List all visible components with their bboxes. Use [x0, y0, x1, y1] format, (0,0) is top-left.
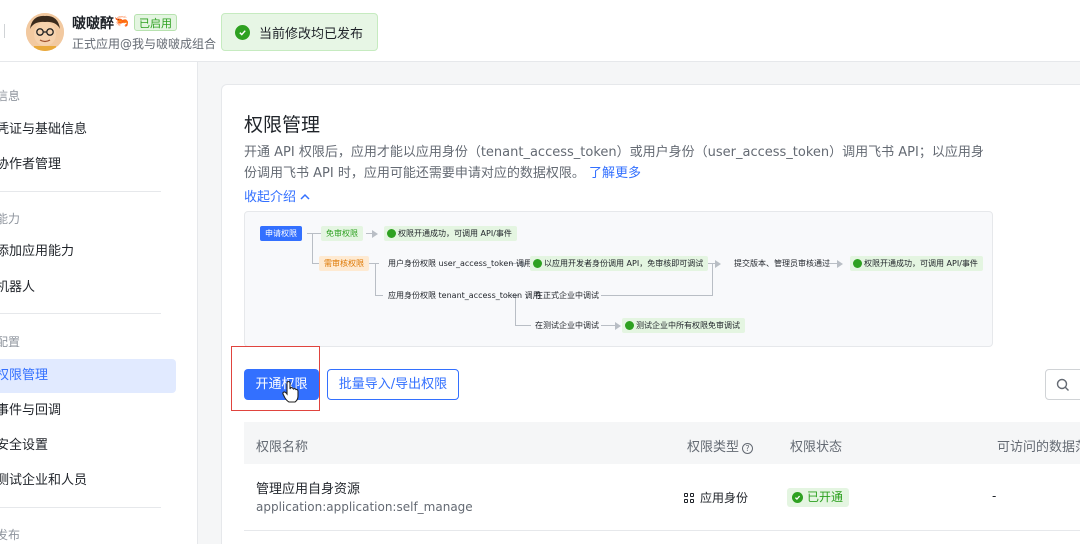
row-divider: [244, 530, 1080, 531]
chevron-up-icon: [300, 190, 310, 205]
sidebar-item-test-enterprise[interactable]: 测试企业和人员: [0, 464, 172, 498]
permission-type: 应用身份: [684, 489, 748, 506]
help-icon[interactable]: ?: [742, 443, 754, 454]
sidebar-divider: [0, 507, 161, 508]
publish-status-toast: 当前修改均已发布: [221, 13, 378, 51]
flow-user-identity-node: 用户身份权限 user_access_token 调用: [388, 259, 532, 268]
header-divider: [4, 24, 5, 38]
toast-text: 当前修改均已发布: [259, 26, 364, 42]
sidebar-divider: [0, 313, 161, 314]
app-grid-icon: [684, 492, 694, 503]
flow-line: [307, 233, 321, 234]
flow-line: [712, 263, 713, 295]
collapse-intro-toggle[interactable]: 收起介绍: [244, 186, 310, 205]
bulk-import-export-button[interactable]: 批量导入/导出权限: [327, 369, 459, 400]
column-permission-type-label: 权限类型: [687, 440, 740, 455]
sidebar-item-events[interactable]: 事件与回调: [0, 394, 172, 428]
flow-line: [375, 263, 376, 295]
sidebar: 信息 凭证与基础信息 协作者管理 能力 添加应用能力 机器人 配置 权限管理 事…: [0, 62, 198, 544]
flow-no-review-node: 免审权限: [321, 226, 363, 241]
flow-test-free-node: 测试企业中所有权限免审调试: [622, 318, 745, 333]
flow-need-review-node: 需审核权限: [319, 256, 369, 271]
arrow-right-icon: [372, 230, 378, 238]
top-header: 啵啵醉 🦐 已启用 正式应用@我与啵啵成组合 当前修改均已发布: [0, 0, 1080, 62]
sidebar-section-publish: 发布: [0, 528, 21, 542]
permission-type-label: 应用身份: [700, 491, 749, 505]
sidebar-section-abilities: 能力: [0, 212, 21, 226]
column-data-scope: 可访问的数据范: [997, 440, 1080, 455]
column-permission-status: 权限状态: [790, 440, 843, 455]
app-subtitle: 正式应用@我与啵啵成组合: [72, 37, 217, 51]
column-permission-name: 权限名称: [256, 440, 309, 455]
flow-app-identity-node: 应用身份权限 tenant_access_token 调用: [388, 291, 541, 300]
flow-line: [369, 263, 379, 264]
flow-dev-debug-node: 以应用开发者身份调用 API，免审核即可调试: [530, 256, 709, 271]
flow-apply-node: 申请权限: [260, 226, 302, 241]
data-scope-value: -: [992, 489, 997, 503]
sidebar-item-security[interactable]: 安全设置: [0, 429, 172, 463]
permission-code: application:application:self_manage: [256, 500, 473, 514]
search-icon: [1056, 378, 1069, 391]
flow-line: [515, 325, 531, 326]
collapse-intro-label: 收起介绍: [244, 190, 297, 205]
arrow-right-icon: [715, 260, 721, 268]
permission-name: 管理应用自身资源: [256, 482, 361, 497]
status-badge: 已开通: [787, 488, 850, 507]
status-label: 已开通: [807, 490, 844, 504]
flow-line: [375, 295, 383, 296]
hand-cursor-icon: [282, 380, 300, 408]
flow-submit-version-node: 提交版本、管理员审核通过: [734, 259, 830, 268]
permission-flow-diagram: 申请权限 免审权限 权限开通成功，可调用 API/事件 需审核权限 用户身份权限…: [244, 211, 993, 347]
sidebar-item-bot[interactable]: 机器人: [0, 271, 172, 305]
arrow-right-icon: [615, 322, 621, 330]
column-permission-type: 权限类型?: [687, 436, 754, 455]
check-circle-icon: [235, 24, 250, 40]
app-name: 啵啵醉: [72, 16, 114, 32]
app-status-badge: 已启用: [134, 14, 177, 31]
check-circle-icon: [792, 492, 803, 503]
search-input[interactable]: [1045, 369, 1080, 400]
sidebar-section-config: 配置: [0, 335, 21, 349]
flow-success-final-node: 权限开通成功，可调用 API/事件: [850, 256, 983, 271]
table-header: [244, 422, 1080, 464]
sidebar-item-collaborators[interactable]: 协作者管理: [0, 148, 172, 182]
app-avatar[interactable]: [26, 13, 64, 51]
page-title: 权限管理: [244, 114, 321, 136]
flow-line: [601, 295, 713, 296]
flow-success-direct-node: 权限开通成功，可调用 API/事件: [384, 226, 517, 241]
learn-more-link[interactable]: 了解更多: [589, 166, 641, 181]
sidebar-item-label: 权限管理: [0, 368, 49, 383]
flow-test-debug-node: 在测试企业中调试: [535, 321, 599, 330]
arrow-right-icon: [837, 260, 843, 268]
shrimp-icon: 🦐: [114, 14, 129, 28]
flow-line: [312, 233, 313, 263]
flow-prod-debug-node: 在正式企业中调试: [535, 291, 599, 300]
page-description: 开通 API 权限后，应用才能以应用身份（tenant_access_token…: [244, 142, 989, 184]
sidebar-item-permissions[interactable]: 权限管理: [0, 359, 176, 393]
sidebar-item-credentials[interactable]: 凭证与基础信息: [0, 113, 172, 147]
sidebar-section-info: 信息: [0, 89, 21, 103]
sidebar-divider: [0, 191, 161, 192]
sidebar-item-add-ability[interactable]: 添加应用能力: [0, 235, 172, 269]
